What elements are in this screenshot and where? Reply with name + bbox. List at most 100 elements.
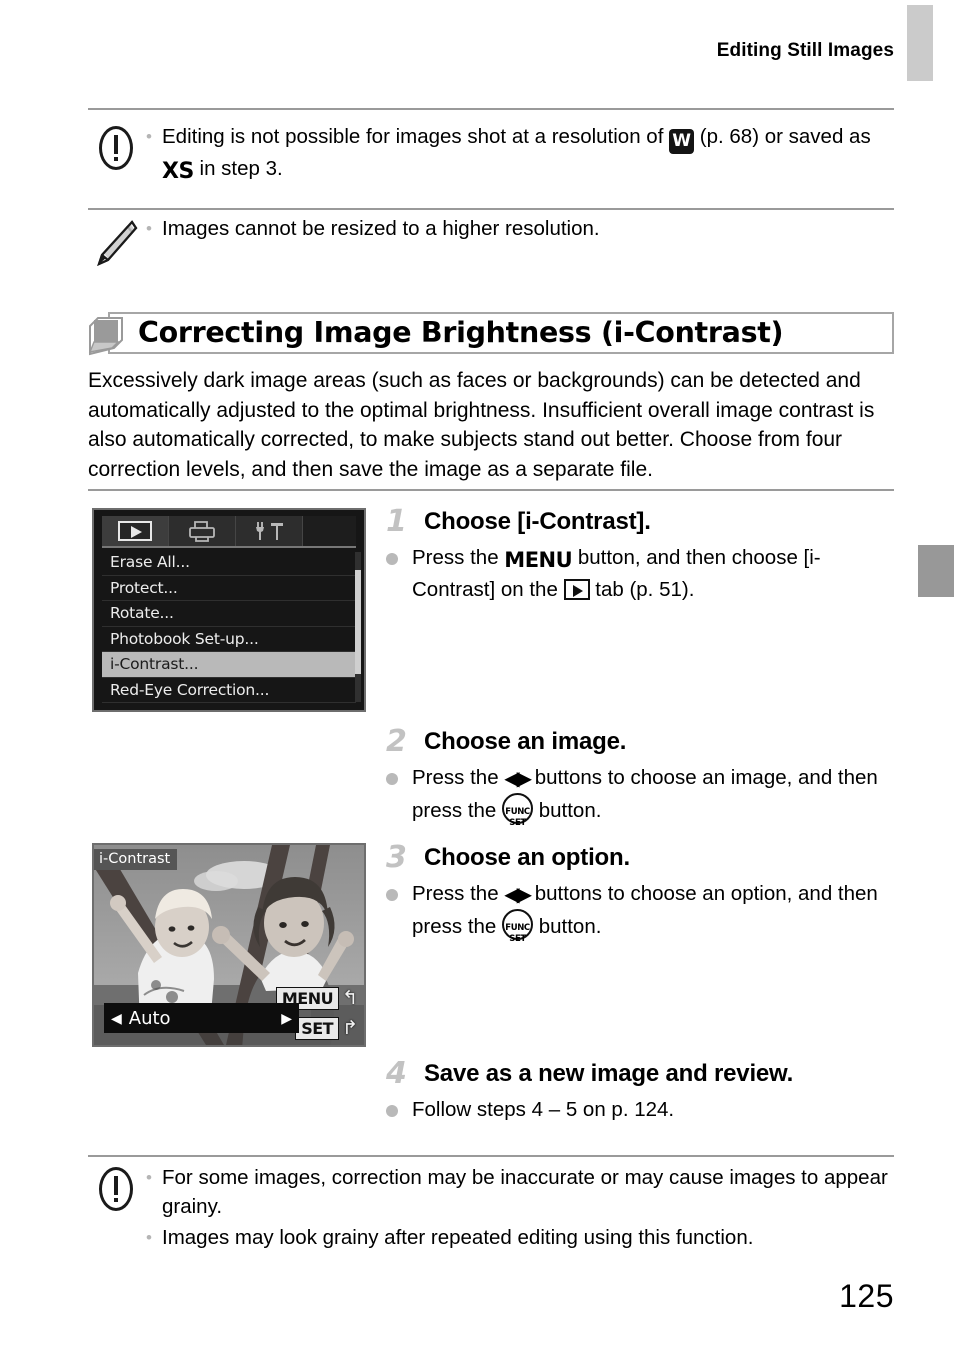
caution-text-mid: (p. 68) or saved as bbox=[694, 125, 871, 148]
menu-item-erase-all[interactable]: Erase All... bbox=[102, 550, 356, 576]
menu-scrollbar-thumb[interactable] bbox=[355, 570, 361, 674]
step-3-number: 3 bbox=[386, 840, 407, 875]
bullet-dot bbox=[386, 543, 412, 565]
resolution-xs-icon: XS bbox=[162, 159, 194, 184]
set-label: SET bbox=[509, 817, 526, 828]
manual-page: Editing Still Images • Editing is not po… bbox=[0, 0, 954, 1345]
step-4-number: 4 bbox=[386, 1056, 407, 1091]
bullet-dot: • bbox=[146, 219, 152, 238]
caution-note-top: • Editing is not possible for images sho… bbox=[88, 122, 900, 188]
menu-scrollbar[interactable] bbox=[355, 552, 361, 702]
step-2-text-pre: Press the bbox=[412, 766, 505, 789]
menu-item-red-eye-correction[interactable]: Red-Eye Correction... bbox=[102, 678, 356, 703]
caution-text-pre: Editing is not possible for images shot … bbox=[162, 125, 670, 148]
bullet-dot bbox=[386, 879, 412, 901]
step-3-text-post: button. bbox=[533, 915, 602, 938]
step-2-text-post: button. bbox=[533, 799, 602, 822]
option-selector-bar[interactable]: ◀ Auto ▶ bbox=[104, 1003, 299, 1033]
menu-tab-strip bbox=[102, 516, 356, 546]
step-3-text: Press the ◀▶ buttons to choose an option… bbox=[412, 879, 896, 944]
divider-rule-top bbox=[88, 108, 894, 110]
step-1-text: Press the MENU button, and then choose [… bbox=[412, 543, 896, 605]
printer-icon bbox=[189, 521, 215, 542]
left-right-buttons-icon: ◀▶ bbox=[504, 766, 532, 790]
section-intro: Excessively dark image areas (such as fa… bbox=[88, 369, 875, 481]
divider-rule-notes bbox=[88, 208, 894, 210]
menu-item-protect[interactable]: Protect... bbox=[102, 576, 356, 601]
print-tab[interactable] bbox=[169, 516, 236, 546]
chapter-tab-marker-current bbox=[918, 545, 954, 597]
menu-item-i-contrast[interactable]: i-Contrast... bbox=[102, 652, 356, 678]
step-2-number: 2 bbox=[386, 724, 407, 759]
note-list-item: • Images may look grainy after repeated … bbox=[146, 1223, 900, 1253]
pencil-icon-svg bbox=[97, 220, 138, 267]
running-header: Editing Still Images bbox=[88, 40, 894, 62]
step-4-title: Save as a new image and review. bbox=[424, 1060, 794, 1087]
arrow-right-icon[interactable]: ▶ bbox=[274, 1010, 299, 1027]
step-4: 4 Save as a new image and review. Follow… bbox=[386, 1058, 896, 1125]
option-value: Auto bbox=[128, 1007, 171, 1029]
bookmark-icon bbox=[88, 317, 123, 356]
playback-tab[interactable] bbox=[102, 516, 169, 546]
section-title: Correcting Image Brightness (i-Contrast) bbox=[138, 316, 784, 349]
func-set-button-icon: FUNC SET bbox=[502, 793, 534, 828]
menu-item-list: Erase All... Protect... Rotate... Photob… bbox=[102, 550, 356, 703]
bullet-dot: • bbox=[146, 127, 152, 146]
caution-bottom-text-2: Images may look grainy after repeated ed… bbox=[162, 1226, 754, 1249]
preview-mode-badge: i-Contrast bbox=[94, 849, 178, 870]
menu-tab-filler bbox=[303, 516, 356, 546]
note-text: Editing is not possible for images shot … bbox=[162, 122, 900, 186]
page-number: 125 bbox=[839, 1278, 894, 1314]
resolution-w-icon: W bbox=[669, 129, 695, 154]
caution-icon bbox=[88, 1163, 146, 1213]
step-3-text-pre: Press the bbox=[412, 882, 505, 905]
caution-text-post: in step 3. bbox=[193, 157, 283, 180]
left-right-buttons-icon: ◀▶ bbox=[504, 882, 532, 906]
step-3-title: Choose an option. bbox=[424, 844, 630, 871]
caution-note-bottom: • For some images, correction may be ina… bbox=[88, 1163, 900, 1255]
caution-bottom-text-1: For some images, correction may be inacc… bbox=[162, 1166, 888, 1218]
settings-tab[interactable] bbox=[236, 516, 303, 546]
save-image-icon: ↱ bbox=[342, 1018, 358, 1039]
play-icon bbox=[118, 521, 152, 541]
wrench-hammer-icon bbox=[256, 522, 283, 540]
note-list-item: • Images cannot be resized to a higher r… bbox=[146, 214, 900, 244]
func-set-button-icon: FUNC SET bbox=[502, 909, 534, 944]
caution-icon bbox=[88, 122, 146, 172]
divider-rule-bottom bbox=[88, 1155, 894, 1157]
arrow-left-icon[interactable]: ◀ bbox=[104, 1010, 129, 1027]
set-hint: SET ↱ bbox=[295, 1017, 358, 1040]
i-contrast-preview-screenshot: i-Contrast MENU ↰ SET ↱ ◀ Auto ▶ bbox=[92, 843, 366, 1047]
playback-tab-icon bbox=[563, 579, 590, 600]
pencil-icon bbox=[88, 214, 146, 268]
set-label: SET bbox=[509, 933, 526, 944]
step-1-title: Choose [i-Contrast]. bbox=[424, 508, 651, 535]
step-1-text-pre: Press the bbox=[412, 546, 505, 569]
step-1: 1 Choose [i-Contrast]. Press the MENU bu… bbox=[386, 506, 896, 605]
note-list-item: • Editing is not possible for images sho… bbox=[146, 122, 900, 186]
bullet-dot: • bbox=[146, 1228, 152, 1247]
chapter-tab-marker-top bbox=[907, 5, 933, 81]
divider-rule-procedure bbox=[88, 489, 894, 491]
header-title: Editing Still Images bbox=[716, 40, 894, 61]
menu-item-rotate[interactable]: Rotate... bbox=[102, 601, 356, 627]
menu-item-photobook-set-up[interactable]: Photobook Set-up... bbox=[102, 627, 356, 652]
camera-menu-screenshot: Erase All... Protect... Rotate... Photob… bbox=[92, 508, 366, 712]
step-1-number: 1 bbox=[386, 504, 407, 539]
tip-note: • Images cannot be resized to a higher r… bbox=[88, 214, 900, 268]
menu-button-icon: MENU bbox=[504, 548, 573, 572]
step-3: 3 Choose an option. Press the ◀▶ buttons… bbox=[386, 840, 896, 944]
bullet-dot bbox=[386, 1095, 412, 1117]
set-hint-key: SET bbox=[295, 1017, 340, 1040]
step-2-text: Press the ◀▶ buttons to choose an image,… bbox=[412, 763, 896, 828]
menu-divider bbox=[102, 546, 356, 548]
tip-text: Images cannot be resized to a higher res… bbox=[162, 217, 600, 240]
return-arrow-icon: ↰ bbox=[342, 988, 358, 1009]
step-2: 2 Choose an image. Press the ◀▶ buttons … bbox=[386, 724, 896, 828]
bullet-dot bbox=[386, 763, 412, 785]
note-list-item: • For some images, correction may be ina… bbox=[146, 1163, 900, 1221]
section-heading: Correcting Image Brightness (i-Contrast) bbox=[88, 312, 894, 356]
step-2-title: Choose an image. bbox=[424, 728, 627, 755]
step-4-text: Follow steps 4 – 5 on p. 124. bbox=[412, 1098, 675, 1121]
bullet-dot: • bbox=[146, 1168, 152, 1187]
